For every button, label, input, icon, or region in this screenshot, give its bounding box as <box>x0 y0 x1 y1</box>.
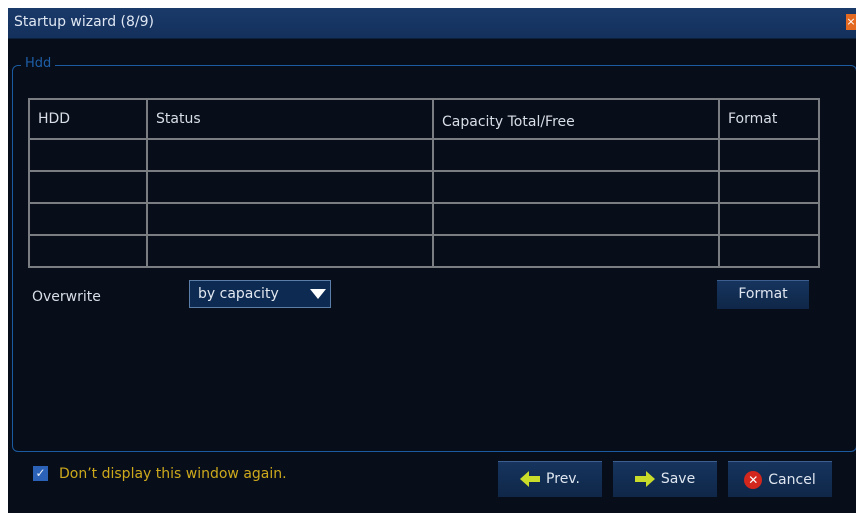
table-cell <box>146 234 434 268</box>
close-icon[interactable]: × <box>846 14 856 30</box>
window-title: Startup wizard (8/9) <box>14 14 154 30</box>
table-cell <box>28 138 148 172</box>
table-cell <box>28 202 148 236</box>
arrow-left-icon <box>520 471 541 487</box>
dont-display-label[interactable]: Don’t display this window again. <box>59 466 287 482</box>
table-cell <box>146 170 434 204</box>
table-cell <box>146 138 434 172</box>
table-cell <box>432 138 720 172</box>
table-row[interactable] <box>28 234 820 268</box>
title-bar: Startup wizard (8/9) × <box>8 8 856 39</box>
table-cell <box>718 234 820 268</box>
column-header-hdd: HDD <box>28 98 148 140</box>
overwrite-label: Overwrite <box>32 289 101 305</box>
table-cell <box>146 202 434 236</box>
checkmark-icon: ✓ <box>35 466 46 480</box>
overwrite-selected-value: by capacity <box>198 286 279 302</box>
column-header-capacity: Capacity Total/Free <box>432 98 720 140</box>
table-cell <box>28 234 148 268</box>
table-row[interactable] <box>28 138 820 172</box>
save-button[interactable]: Save <box>613 461 717 497</box>
table-cell <box>718 138 820 172</box>
chevron-down-icon[interactable] <box>306 281 330 307</box>
cancel-x-icon: ✕ <box>744 471 763 489</box>
column-header-format: Format <box>718 98 820 140</box>
format-button[interactable]: Format <box>717 280 809 309</box>
arrow-right-icon <box>634 471 655 487</box>
dont-display-checkbox[interactable]: ✓ <box>33 466 48 481</box>
prev-button-label: Prev. <box>546 471 580 487</box>
hdd-table: HDD Status Capacity Total/Free Format <box>28 98 820 268</box>
column-header-status: Status <box>146 98 434 140</box>
cancel-button-label: Cancel <box>768 472 816 488</box>
table-cell <box>718 170 820 204</box>
table-cell <box>432 234 720 268</box>
table-row[interactable] <box>28 170 820 204</box>
hdd-table-header-row: HDD Status Capacity Total/Free Format <box>28 98 820 140</box>
overwrite-select[interactable]: by capacity <box>189 280 331 308</box>
table-row[interactable] <box>28 202 820 236</box>
hdd-group-legend: Hdd <box>21 56 56 71</box>
cancel-button[interactable]: ✕ Cancel <box>728 461 832 497</box>
table-cell <box>432 202 720 236</box>
prev-button[interactable]: Prev. <box>498 461 602 497</box>
table-cell <box>28 170 148 204</box>
table-cell <box>718 202 820 236</box>
table-cell <box>432 170 720 204</box>
save-button-label: Save <box>660 471 696 487</box>
